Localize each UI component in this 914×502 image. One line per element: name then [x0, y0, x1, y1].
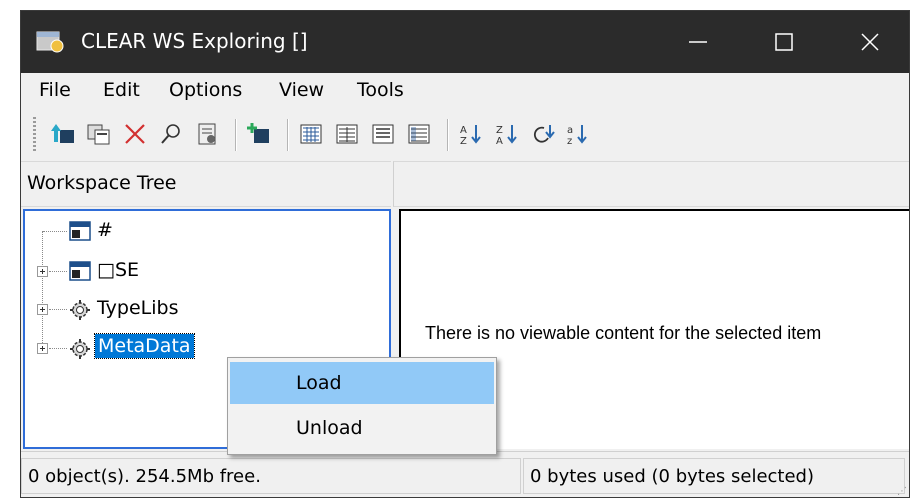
menu-options[interactable]: Options	[169, 79, 242, 101]
sort-ascending-icon[interactable]: AZ	[457, 120, 485, 148]
up-folder-icon[interactable]	[49, 120, 77, 148]
menu-edit[interactable]: Edit	[103, 79, 140, 101]
toolbar-separator	[447, 119, 449, 151]
resize-grip-icon[interactable]: ⋰	[897, 486, 907, 497]
copy-icon[interactable]	[85, 120, 113, 148]
find-icon[interactable]	[157, 120, 185, 148]
main-window: CLEAR WS Exploring [] File Edit Options …	[20, 10, 910, 498]
sort-descending-icon[interactable]: ZA	[493, 120, 521, 148]
tree-connector	[49, 309, 67, 310]
svg-text:Z: Z	[496, 125, 503, 136]
tree-node-label: □SE	[97, 259, 140, 281]
status-left: 0 object(s). 254.5Mb free.	[21, 458, 521, 494]
tree-connector	[42, 231, 43, 349]
tree-node-label: #	[97, 219, 113, 241]
context-menu-item-label: Load	[296, 372, 342, 394]
status-bytes-text: 0 bytes used (0 bytes selected)	[530, 465, 815, 487]
workspace-icon	[69, 221, 91, 245]
toolbar-separator	[235, 119, 237, 151]
toolbar: AZ ZA az	[21, 109, 909, 161]
gear-icon	[69, 338, 91, 364]
delete-icon[interactable]	[121, 120, 149, 148]
large-icons-view-icon[interactable]	[297, 120, 325, 148]
title-bar[interactable]: CLEAR WS Exploring []	[21, 11, 909, 73]
tree-connector	[49, 348, 67, 349]
app-icon	[35, 28, 65, 54]
menu-view[interactable]: View	[279, 79, 324, 101]
expand-toggle-icon[interactable]	[37, 343, 48, 354]
tree-pane-header: Workspace Tree	[21, 161, 391, 207]
list-view-icon[interactable]	[369, 120, 397, 148]
menu-file[interactable]: File	[39, 79, 71, 101]
sort-toggle-icon[interactable]: az	[565, 120, 593, 148]
small-icons-view-icon[interactable]	[333, 120, 361, 148]
minimize-button[interactable]	[655, 11, 741, 73]
expand-toggle-icon[interactable]	[37, 266, 48, 277]
svg-text:Z: Z	[460, 136, 467, 146]
maximize-button[interactable]	[741, 11, 827, 73]
new-item-icon[interactable]	[245, 120, 273, 148]
svg-text:A: A	[460, 125, 467, 136]
status-right: 0 bytes used (0 bytes selected)	[523, 458, 905, 494]
menu-tools[interactable]: Tools	[357, 79, 404, 101]
content-pane-header	[393, 161, 909, 207]
status-bar: 0 object(s). 254.5Mb free. 0 bytes used …	[21, 451, 909, 497]
empty-content-message: There is no viewable content for the sel…	[425, 323, 822, 343]
tree-pane-title: Workspace Tree	[27, 172, 177, 194]
context-menu-load[interactable]: Load	[230, 362, 494, 404]
toolbar-separator	[287, 119, 289, 151]
context-menu-unload[interactable]: Unload	[230, 407, 494, 449]
expand-toggle-icon[interactable]	[37, 304, 48, 315]
close-button[interactable]	[827, 11, 909, 73]
refresh-icon[interactable]	[529, 120, 557, 148]
context-menu: Load Unload	[227, 357, 497, 455]
tree-connector	[43, 231, 67, 232]
svg-text:A: A	[496, 136, 503, 146]
tree-node-label: MetaData	[94, 333, 195, 359]
details-view-icon[interactable]	[405, 120, 433, 148]
tree-node-label: TypeLibs	[97, 297, 179, 319]
context-menu-item-label: Unload	[296, 417, 363, 439]
workspace-icon	[69, 261, 91, 285]
tree-connector	[49, 271, 67, 272]
menu-bar: File Edit Options View Tools	[21, 73, 909, 109]
status-objects-text: 0 object(s). 254.5Mb free.	[28, 465, 261, 487]
svg-text:z: z	[567, 136, 572, 146]
gear-icon	[69, 299, 91, 325]
toolbar-grip[interactable]	[33, 117, 36, 153]
svg-text:a: a	[567, 125, 573, 136]
window-title: CLEAR WS Exploring []	[81, 29, 308, 53]
properties-icon[interactable]	[193, 120, 221, 148]
